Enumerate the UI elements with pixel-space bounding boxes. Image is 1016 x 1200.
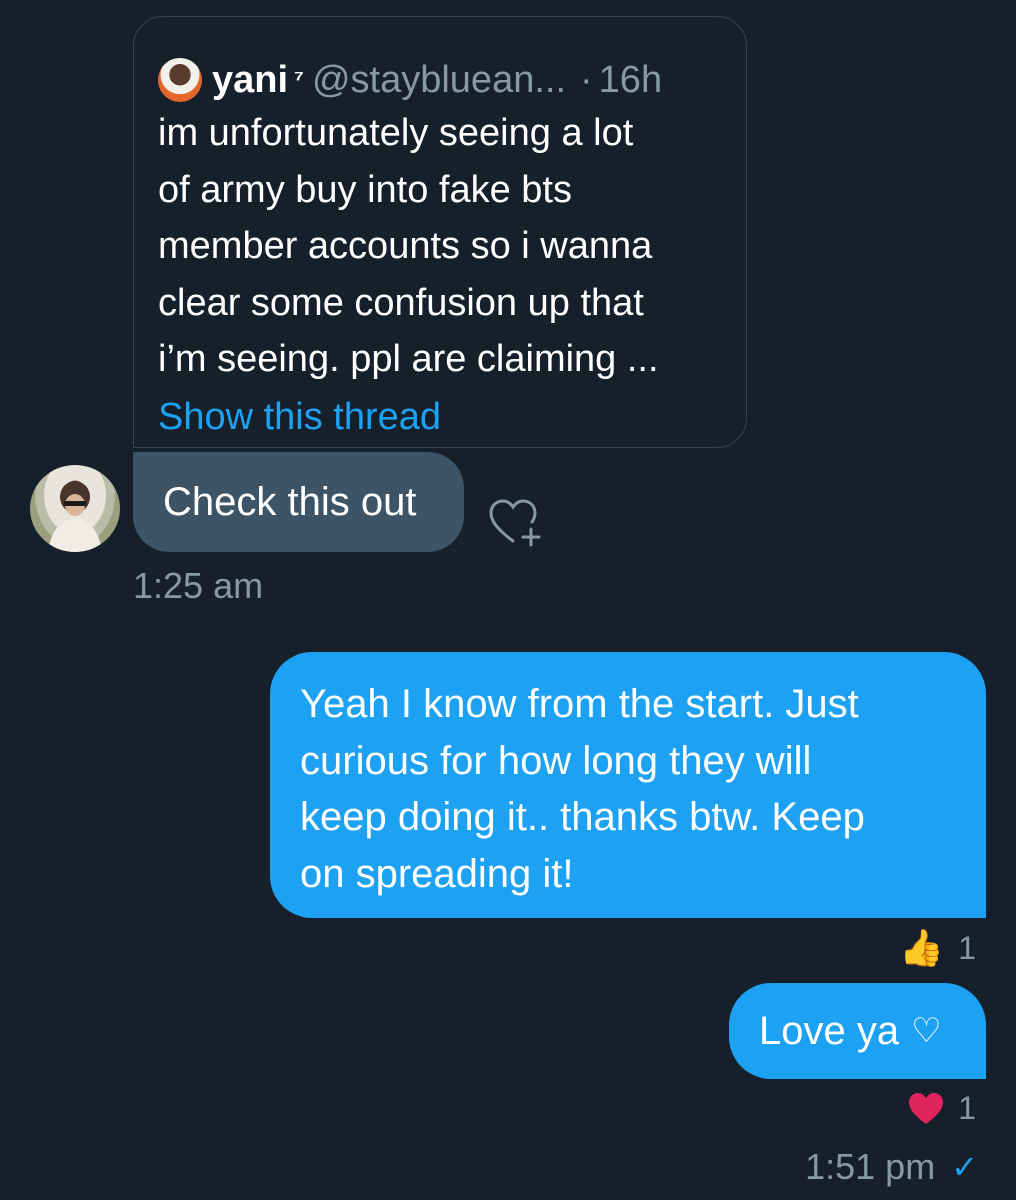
outgoing-message-time: 1:51 pm: [805, 1146, 936, 1187]
outgoing-message-status: 1:51 pm ✓: [805, 1146, 978, 1188]
quoted-tweet-time: 16h: [598, 59, 663, 101]
show-thread-link[interactable]: Show this thread: [158, 394, 441, 440]
sender-avatar[interactable]: [30, 465, 120, 552]
quoted-author-name: yani: [212, 59, 289, 101]
quoted-author-name-suffix: ⁷: [294, 66, 304, 93]
quoted-author-handle: @staybluean...: [311, 59, 567, 101]
white-heart-icon: ♡: [911, 1012, 942, 1050]
thumbs-up-icon: 👍: [899, 927, 945, 968]
sent-check-icon: ✓: [951, 1149, 978, 1185]
incoming-message-time: 1:25 am: [133, 565, 264, 606]
outgoing-message-line: keep doing it.. thanks btw. Keep: [300, 795, 865, 839]
outgoing-message-bubble[interactable]: Love ya ♡: [729, 983, 986, 1079]
heart-plus-icon: [489, 499, 541, 547]
quoted-tweet-line: i’m seeing. ppl are claiming ...: [158, 338, 659, 380]
red-heart-icon: [909, 1092, 944, 1124]
outgoing-message-bubble[interactable]: Yeah I know from the start. Just curious…: [270, 652, 986, 918]
add-reaction-button[interactable]: [487, 497, 543, 549]
quoted-tweet-header: yani ⁷ @staybluean... · 16h: [158, 57, 662, 103]
heart-reaction[interactable]: 1: [908, 1090, 976, 1127]
incoming-message-text: Check this out: [163, 479, 417, 524]
reaction-count: 1: [958, 929, 976, 966]
quoted-tweet-line: clear some confusion up that: [158, 281, 644, 324]
outgoing-message-text: Love ya: [759, 1008, 900, 1053]
incoming-message-bubble[interactable]: Check this out: [133, 452, 464, 552]
quoted-tweet-line: member accounts so i wanna: [158, 225, 653, 267]
reaction-count: 1: [958, 1090, 976, 1126]
quoted-tweet-card[interactable]: yani ⁷ @staybluean... · 16h im unfortuna…: [133, 16, 747, 448]
outgoing-message-line: Yeah I know from the start. Just: [300, 682, 859, 726]
quoted-tweet-line: of army buy into fake bts: [158, 168, 572, 211]
quoted-tweet-line: im unfortunately seeing a lot: [158, 112, 634, 154]
outgoing-message-line: on spreading it!: [300, 851, 574, 896]
separator-dot: ·: [580, 59, 593, 101]
quoted-author-avatar: [158, 58, 202, 102]
outgoing-message-line: curious for how long they will: [300, 738, 812, 783]
quoted-tweet-text: im unfortunately seeing a lot of army bu…: [158, 105, 738, 388]
thumbs-up-reaction[interactable]: 👍 1: [899, 927, 976, 969]
